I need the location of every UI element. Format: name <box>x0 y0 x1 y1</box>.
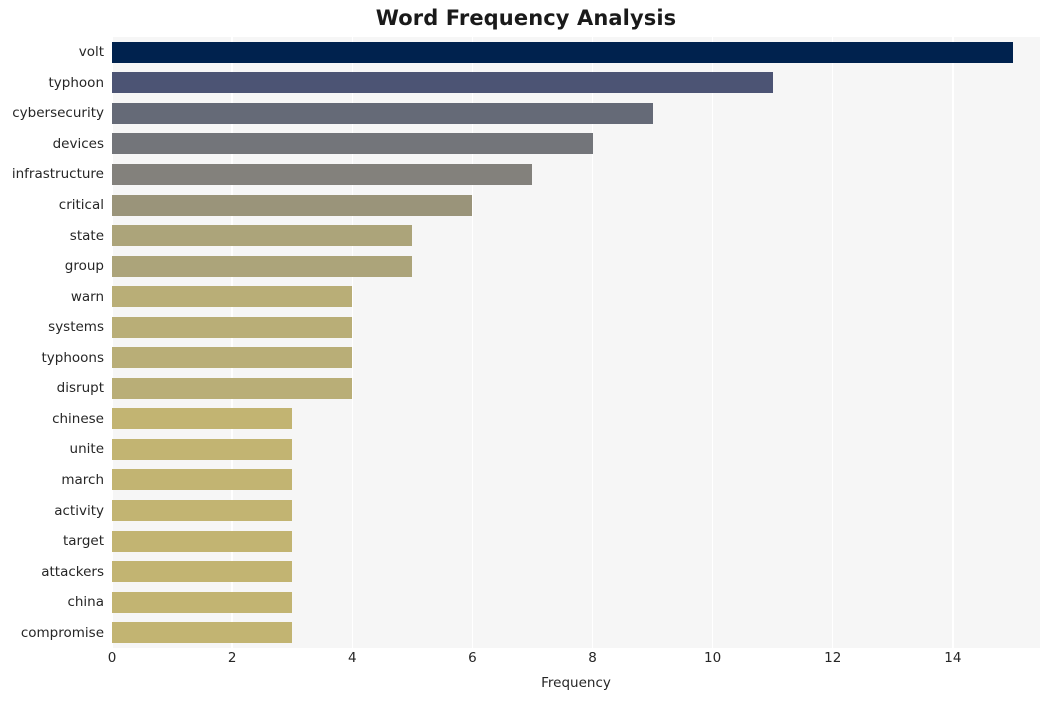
y-tick-label: typhoon <box>48 74 104 91</box>
x-tick-label: 4 <box>347 650 357 666</box>
bar <box>112 72 773 94</box>
y-tick-label: cybersecurity <box>12 105 104 122</box>
bar <box>112 102 653 124</box>
bar <box>112 469 293 491</box>
y-tick-label: systems <box>48 319 104 336</box>
y-axis-tick-labels: volt typhoon cybersecurity devices infrastru… <box>0 37 104 648</box>
y-tick-label: warn <box>70 288 104 305</box>
gridline-x-8 <box>591 37 594 648</box>
bar <box>112 561 293 583</box>
gridline-x-14 <box>952 37 954 648</box>
gridline-x-4 <box>351 37 353 648</box>
bar <box>112 255 413 277</box>
bar <box>112 163 533 185</box>
gridline-x-10 <box>711 37 714 648</box>
y-tick-label: group <box>64 258 104 275</box>
x-tick-label: 10 <box>704 650 722 666</box>
bar <box>112 41 1013 63</box>
y-tick-label: state <box>69 227 104 244</box>
bar <box>112 286 353 308</box>
x-tick-label: 14 <box>944 650 962 666</box>
plot-area <box>112 37 1040 648</box>
y-tick-label: activity <box>54 502 104 519</box>
y-tick-label: march <box>61 471 104 488</box>
bar <box>112 591 293 613</box>
y-tick-label: attackers <box>41 563 104 580</box>
bar <box>112 438 293 460</box>
bar <box>112 377 353 399</box>
y-tick-label: target <box>62 533 104 550</box>
y-tick-label: typhoons <box>41 349 104 366</box>
bar <box>112 133 593 155</box>
bar <box>112 530 293 552</box>
y-tick-label: infrastructure <box>11 166 104 183</box>
y-tick-label: unite <box>69 441 104 458</box>
y-tick-label: disrupt <box>56 380 104 397</box>
gridline-x-0 <box>112 37 113 648</box>
x-tick-label: 2 <box>227 650 237 666</box>
gridline-x-12 <box>832 37 834 648</box>
y-tick-label: critical <box>58 197 104 214</box>
chart-title: Word Frequency Analysis <box>375 6 677 30</box>
y-tick-label: chinese <box>52 410 104 427</box>
gridline-x-6 <box>471 37 474 648</box>
x-tick-label: 8 <box>588 650 597 666</box>
bar <box>112 408 293 430</box>
bar <box>112 225 413 247</box>
y-tick-label: volt <box>78 44 104 61</box>
y-tick-label: devices <box>52 135 104 152</box>
x-tick-label: 6 <box>468 650 477 666</box>
x-axis-tick-labels: 0 2 4 6 8 10 12 14 <box>108 650 1040 672</box>
y-tick-label: compromise <box>20 624 104 641</box>
bar <box>112 316 353 338</box>
bar <box>112 622 293 644</box>
bar <box>112 500 293 522</box>
chart-figure: Word Frequency Analysis volt typhoon cyber… <box>0 0 1052 701</box>
x-axis-title: Frequency <box>541 675 611 691</box>
bar <box>112 347 353 369</box>
x-tick-label: 0 <box>107 650 117 666</box>
y-tick-label: china <box>67 594 104 611</box>
bar <box>112 194 473 216</box>
gridline-x-2 <box>231 37 233 648</box>
x-tick-label: 12 <box>824 650 842 666</box>
